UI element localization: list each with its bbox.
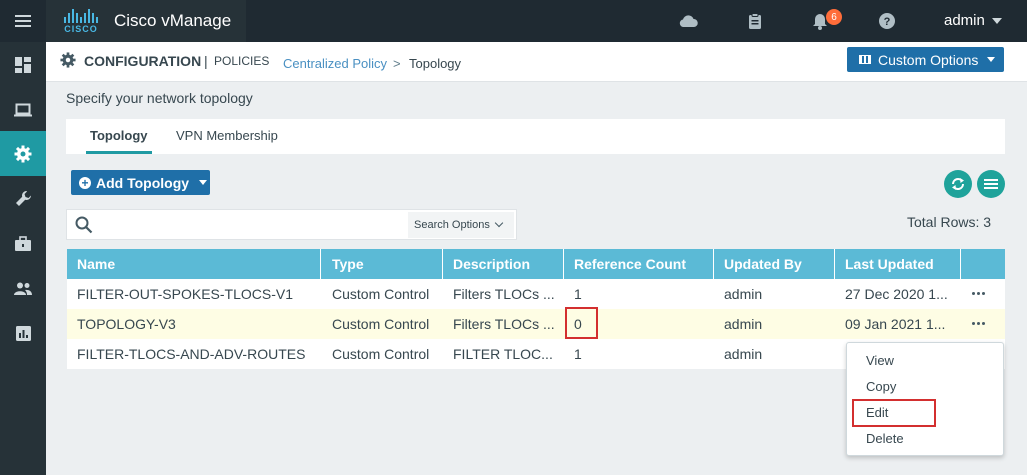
menu-item-copy[interactable]: Copy [866,379,896,394]
callout-highlight-edit [852,399,936,427]
section-title: CONFIGURATION [84,53,202,69]
gear-icon [60,52,76,71]
add-topology-label: Add Topology [96,174,190,191]
custom-options-label: Custom Options [878,51,979,68]
table-header: Name Type Description Reference Count Up… [67,249,1005,279]
column-header-updated-by[interactable]: Updated By [714,249,835,279]
column-header-description[interactable]: Description [443,249,564,279]
sidebar [0,42,46,475]
chevron-down-icon [987,57,996,62]
refresh-icon [952,178,964,190]
cell-updated-by: admin [724,346,763,362]
menu-item-view[interactable]: View [866,353,894,368]
cell-name: FILTER-TLOCS-AND-ADV-ROUTES [77,346,306,362]
more-actions-icon[interactable] [972,322,985,325]
column-header-type[interactable]: Type [322,249,443,279]
wrench-icon [15,191,31,206]
search-options-label: Search Options [414,219,490,231]
cisco-logo: CISCO [58,6,104,36]
cell-type: Custom Control [332,286,430,302]
sidebar-item-dashboard[interactable] [0,42,46,87]
user-menu[interactable]: admin [944,12,985,29]
add-topology-button[interactable]: + Add Topology [71,170,210,195]
menu-icon[interactable] [0,0,46,42]
page-title: Specify your network topology [66,90,253,106]
refresh-button[interactable] [944,170,972,198]
cell-description: Filters TLOCs ... [453,316,555,332]
app-title: Cisco vManage [114,11,232,30]
sidebar-item-administration[interactable] [0,266,46,311]
help-icon[interactable]: ? [877,11,897,31]
cell-type: Custom Control [332,346,430,362]
cell-reference-count: 1 [574,286,582,302]
brand: CISCO Cisco vManage [46,0,246,42]
svg-text:?: ? [884,16,891,28]
cell-reference-count: 1 [574,346,582,362]
sidebar-item-maintenance[interactable] [0,221,46,266]
cell-updated-by: admin [724,286,763,302]
tab-bar: Topology VPN Membership [66,119,1005,154]
cell-name: FILTER-OUT-SPOKES-TLOCS-V1 [77,286,293,302]
plus-icon: + [79,176,91,189]
search-icon [75,216,93,237]
menu-item-delete[interactable]: Delete [866,431,904,446]
tab-topology[interactable]: Topology [90,128,148,143]
cell-type: Custom Control [332,316,430,332]
search-input[interactable] [101,214,401,236]
section-separator: | [204,53,208,69]
table-row[interactable]: TOPOLOGY-V3 Custom Control Filters TLOCs… [67,309,1005,339]
cell-description: Filters TLOCs ... [453,286,555,302]
gear-icon [14,145,32,162]
breadcrumb-centralized-policy[interactable]: Centralized Policy [283,56,387,71]
custom-options-button[interactable]: Custom Options [847,47,1004,72]
tab-vpn-membership[interactable]: VPN Membership [176,128,278,143]
sidebar-item-monitor[interactable] [0,87,46,132]
cell-name: TOPOLOGY-V3 [77,316,176,332]
table-icon [859,55,871,64]
sidebar-item-configuration[interactable] [0,131,46,176]
notification-badge: 6 [826,9,842,25]
briefcase-icon [15,235,31,251]
sidebar-item-tools[interactable] [0,176,46,221]
column-header-last-updated[interactable]: Last Updated [835,249,961,279]
cell-updated-by: admin [724,316,763,332]
breadcrumb-separator: > [393,56,401,71]
users-icon [14,282,32,295]
cloud-icon[interactable] [678,11,698,31]
chevron-down-icon [199,180,208,185]
list-icon [984,179,998,189]
search-bar: Search Options [66,209,517,240]
dashboard-icon [15,56,31,73]
top-bar: CISCO Cisco vManage 6 ? admin [0,0,1027,42]
list-menu-button[interactable] [977,170,1005,198]
more-actions-icon[interactable] [972,292,985,295]
subsection-title: POLICIES [214,54,270,68]
cell-last-updated: 09 Jan 2021 1... [845,316,946,332]
laptop-icon [14,103,32,116]
breadcrumb-current: Topology [409,56,462,71]
page-header: CONFIGURATION | POLICIES Centralized Pol… [46,42,1027,82]
cell-last-updated: 27 Dec 2020 1... [845,286,948,302]
active-tab-indicator [86,151,152,154]
chevron-down-icon [494,218,504,228]
search-options-dropdown[interactable]: Search Options [408,212,514,238]
column-header-reference-count[interactable]: Reference Count [564,249,714,279]
table-row[interactable]: FILTER-OUT-SPOKES-TLOCS-V1 Custom Contro… [67,279,1005,309]
total-rows: Total Rows: 3 [907,214,992,230]
clipboard-icon[interactable] [745,11,765,31]
column-header-name[interactable]: Name [67,249,321,279]
callout-highlight-reference-count [565,307,598,339]
chevron-down-icon[interactable] [992,18,1002,24]
cell-description: FILTER TLOC... [453,346,553,362]
analytics-icon [15,326,31,341]
sidebar-item-analytics[interactable] [0,311,46,356]
